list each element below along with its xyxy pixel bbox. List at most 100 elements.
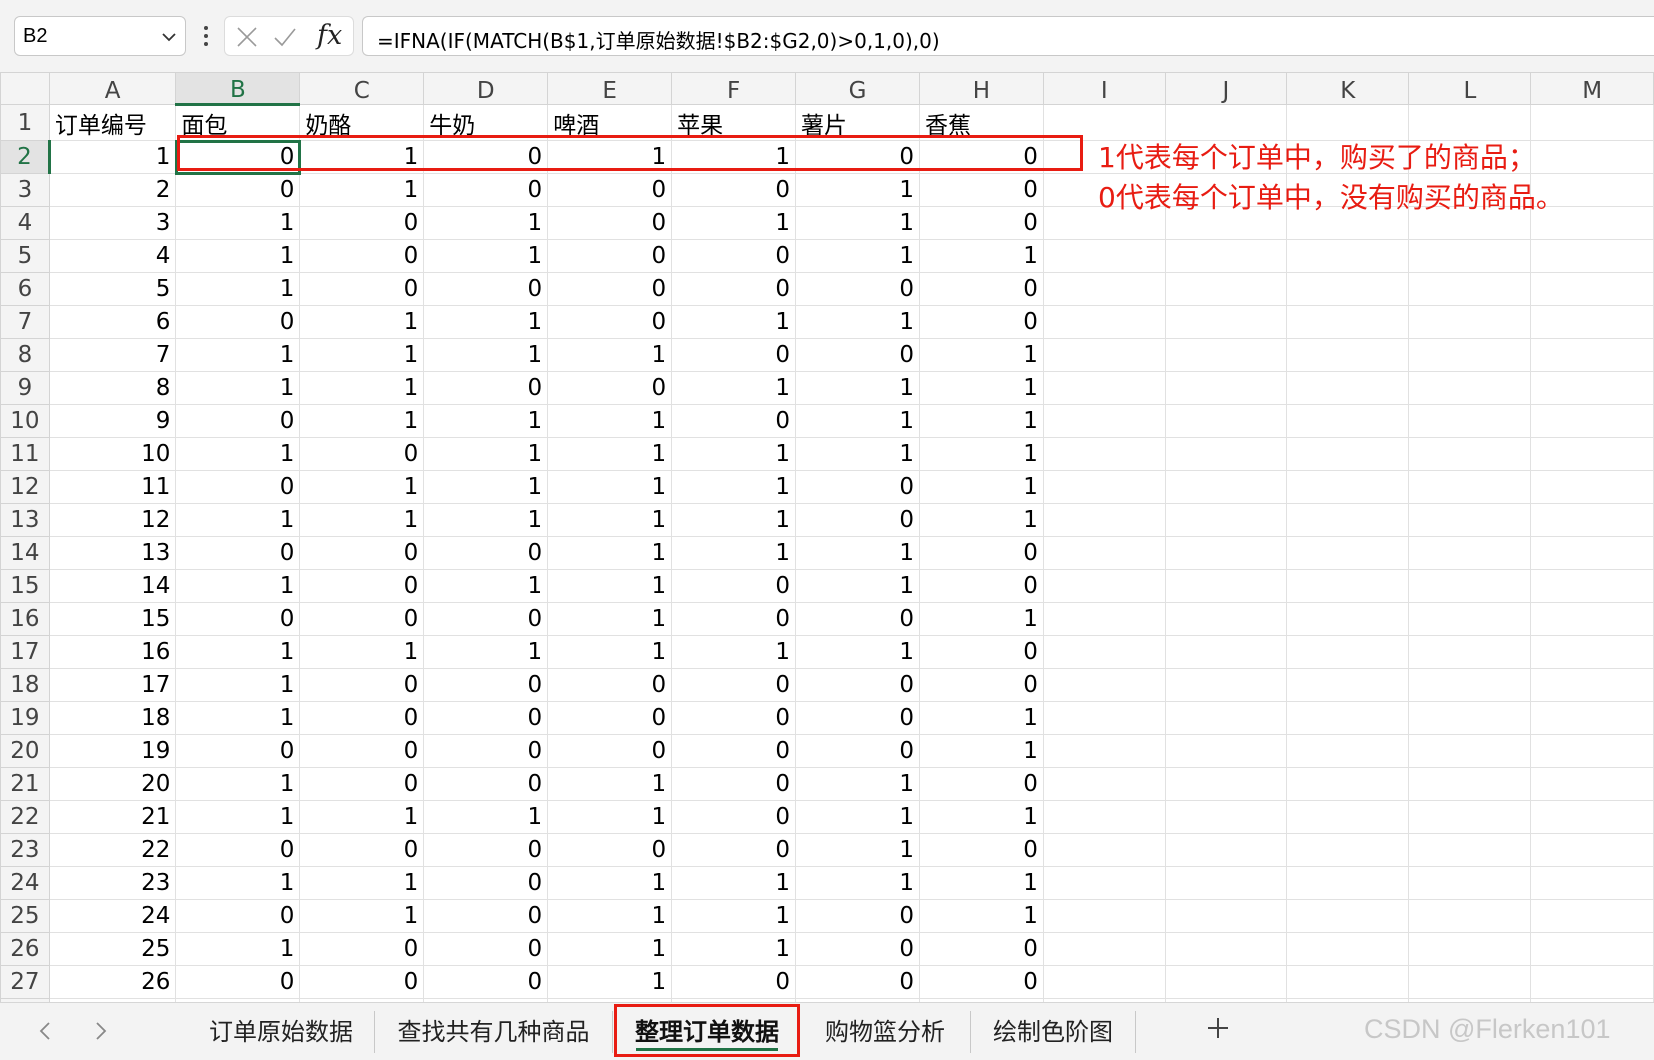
cell[interactable]	[1408, 272, 1532, 306]
row-header[interactable]: 19	[0, 701, 50, 735]
cell[interactable]: 1	[918, 404, 1044, 438]
cell[interactable]	[1042, 932, 1166, 966]
cell[interactable]: 0	[299, 701, 425, 735]
cell[interactable]: 1	[918, 866, 1044, 900]
header-cell[interactable]: 订单编号	[48, 104, 177, 141]
cell[interactable]	[1042, 404, 1166, 438]
cell[interactable]: 1	[547, 635, 673, 669]
cell[interactable]	[1042, 272, 1166, 306]
cell[interactable]: 0	[547, 668, 673, 702]
row-header[interactable]: 18	[0, 668, 50, 702]
column-header-d[interactable]: D	[423, 72, 549, 105]
cell[interactable]: 1	[671, 536, 797, 570]
cell[interactable]: 0	[299, 437, 425, 471]
cell[interactable]: 24	[48, 899, 177, 933]
chevron-down-icon[interactable]	[161, 29, 177, 45]
cell[interactable]: 0	[299, 569, 425, 603]
column-header-a[interactable]: A	[48, 72, 177, 105]
cell[interactable]: 0	[547, 272, 673, 306]
cell[interactable]: 1	[175, 569, 301, 603]
row-header[interactable]: 13	[0, 503, 50, 537]
cell[interactable]	[1042, 899, 1166, 933]
cell[interactable]	[1408, 338, 1532, 372]
cell[interactable]	[1164, 833, 1288, 867]
cell[interactable]: 0	[795, 470, 920, 504]
cell[interactable]: 12	[48, 503, 177, 537]
cell[interactable]: 1	[547, 437, 673, 471]
column-header-c[interactable]: C	[299, 72, 425, 105]
cell[interactable]	[1286, 305, 1410, 339]
cell[interactable]	[1408, 536, 1532, 570]
cell[interactable]: 0	[918, 206, 1044, 240]
cell[interactable]: 0	[299, 668, 425, 702]
more-vertical-icon[interactable]	[202, 22, 210, 50]
cell[interactable]: 0	[671, 965, 797, 999]
cell[interactable]: 1	[795, 800, 920, 834]
cell[interactable]	[1164, 437, 1288, 471]
cell[interactable]: 1	[918, 899, 1044, 933]
plus-icon[interactable]	[1206, 1016, 1230, 1040]
cell[interactable]	[1530, 701, 1654, 735]
column-header-m[interactable]: M	[1530, 72, 1654, 105]
cell[interactable]: 4	[48, 239, 177, 273]
cell[interactable]	[1530, 404, 1654, 438]
row-header[interactable]: 21	[0, 767, 50, 801]
cell[interactable]: 1	[918, 701, 1044, 735]
cell[interactable]	[1530, 338, 1654, 372]
cell[interactable]: 1	[423, 239, 549, 273]
cell[interactable]: 0	[175, 404, 301, 438]
cell[interactable]: 10	[48, 437, 177, 471]
cell[interactable]: 1	[918, 239, 1044, 273]
cell[interactable]	[1164, 470, 1288, 504]
cell[interactable]: 0	[918, 173, 1044, 207]
cell[interactable]: 1	[918, 602, 1044, 636]
cell[interactable]: 1	[175, 668, 301, 702]
row-header[interactable]: 7	[0, 305, 50, 339]
cell[interactable]	[1042, 602, 1166, 636]
cell[interactable]	[1530, 272, 1654, 306]
cell[interactable]: 1	[795, 866, 920, 900]
cell[interactable]: 0	[175, 965, 301, 999]
cell[interactable]	[1408, 371, 1532, 405]
cell[interactable]	[1286, 602, 1410, 636]
cell[interactable]	[1286, 470, 1410, 504]
cell[interactable]: 13	[48, 536, 177, 570]
cell[interactable]	[1286, 503, 1410, 537]
cell[interactable]: 20	[48, 767, 177, 801]
cell[interactable]	[1286, 701, 1410, 735]
header-cell[interactable]	[1164, 104, 1288, 141]
cell[interactable]: 0	[671, 173, 797, 207]
cell[interactable]: 0	[671, 569, 797, 603]
cell[interactable]	[1042, 536, 1166, 570]
cell[interactable]	[1530, 635, 1654, 669]
cell[interactable]	[1164, 569, 1288, 603]
select-all-corner[interactable]	[0, 72, 50, 105]
cell[interactable]: 1	[175, 338, 301, 372]
cell[interactable]	[1530, 437, 1654, 471]
cell[interactable]: 0	[423, 866, 549, 900]
cell[interactable]: 1	[795, 437, 920, 471]
row-header[interactable]: 14	[0, 536, 50, 570]
cell[interactable]: 0	[547, 833, 673, 867]
column-header-e[interactable]: E	[547, 72, 673, 105]
cell[interactable]: 1	[423, 305, 549, 339]
cell[interactable]: 0	[795, 965, 920, 999]
cell[interactable]: 1	[423, 404, 549, 438]
cell[interactable]	[1530, 569, 1654, 603]
cell[interactable]: 1	[795, 767, 920, 801]
cell[interactable]: 0	[175, 470, 301, 504]
cell[interactable]	[1286, 668, 1410, 702]
cell[interactable]: 1	[547, 800, 673, 834]
cell[interactable]: 1	[547, 338, 673, 372]
cell[interactable]: 7	[48, 338, 177, 372]
cell[interactable]: 0	[918, 668, 1044, 702]
cell[interactable]	[1530, 668, 1654, 702]
cell[interactable]: 0	[918, 305, 1044, 339]
cell[interactable]: 14	[48, 569, 177, 603]
cell[interactable]: 1	[299, 635, 425, 669]
chevron-right-icon[interactable]	[88, 1017, 114, 1045]
row-header[interactable]: 3	[0, 173, 50, 207]
cell[interactable]: 1	[299, 404, 425, 438]
cell[interactable]: 0	[671, 272, 797, 306]
cell[interactable]	[1408, 899, 1532, 933]
